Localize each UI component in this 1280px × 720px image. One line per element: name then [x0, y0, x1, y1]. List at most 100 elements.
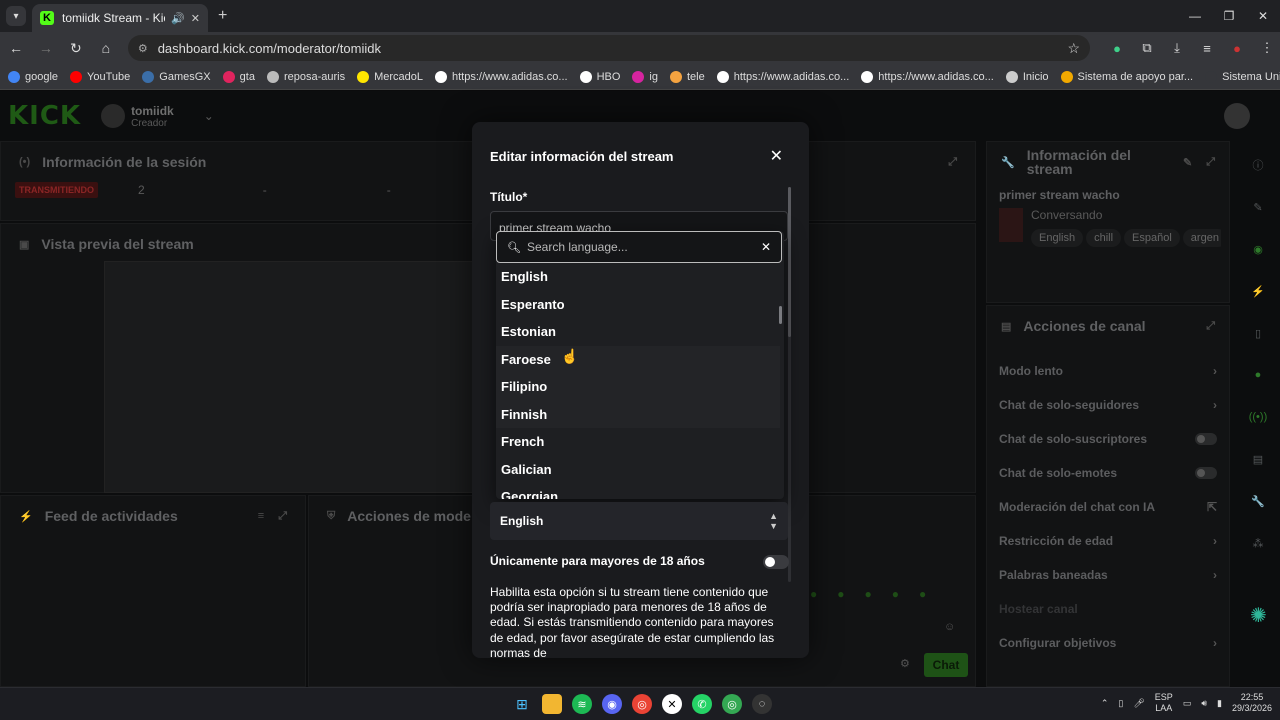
chat-bubble-icon[interactable]: ●	[1244, 361, 1272, 389]
tag-chip[interactable]: argen	[1182, 229, 1221, 247]
bookmark-item[interactable]: MercadoL	[357, 70, 423, 83]
layout-icon[interactable]: ▤	[1244, 445, 1272, 473]
expand-icon[interactable]: ⤢	[948, 156, 957, 169]
channel-action-row[interactable]: Chat de solo-emotes	[987, 456, 1229, 490]
emote-icon[interactable]: ●	[865, 587, 872, 601]
bookmark-item[interactable]: Sistema de apoyo par...	[1060, 70, 1193, 83]
bookmark-item[interactable]: https://www.adidas.co...	[716, 70, 849, 83]
bookmark-item[interactable]: google	[8, 70, 58, 83]
language-option[interactable]: Finnish	[496, 400, 780, 428]
browser-menu-icon[interactable]: ⋮	[1254, 35, 1280, 61]
bookmark-item[interactable]: https://www.adidas.co...	[861, 70, 994, 83]
extension-green-icon[interactable]: ●	[1104, 35, 1130, 61]
browser-tab-active[interactable]: K tomiidk Stream - Kick Dashbo 🔊 ✕	[32, 4, 208, 32]
adult-toggle[interactable]	[763, 555, 789, 569]
spotify-icon[interactable]: ≋	[572, 694, 592, 714]
language-search-input[interactable]	[526, 240, 761, 254]
clear-icon[interactable]: ✕	[761, 240, 771, 254]
bookmark-item[interactable]: GamesGX	[142, 70, 211, 83]
expand-icon[interactable]: ⤢	[278, 510, 287, 523]
language-option[interactable]: Filipino	[496, 373, 780, 401]
bookmark-item[interactable]: Inicio	[1005, 70, 1049, 83]
site-info-icon[interactable]: ⚙	[138, 42, 148, 55]
chevron-down-icon[interactable]: ⌄	[204, 109, 214, 123]
url-bar[interactable]: ⚙ dashboard.kick.com/moderator/tomiidk ☆	[127, 35, 1091, 61]
emote-icon[interactable]: ●	[919, 587, 926, 601]
profile-avatar-icon[interactable]: ●	[1224, 35, 1250, 61]
bookmark-item[interactable]: HBO	[579, 70, 620, 83]
windows-start-icon[interactable]: ⊞	[512, 694, 532, 714]
clock[interactable]: 22:55 29/3/2026	[1232, 692, 1272, 714]
mic-icon[interactable]: 🎤︎	[1133, 698, 1144, 709]
file-explorer-icon[interactable]	[542, 694, 562, 714]
bookmark-item[interactable]: ig	[632, 70, 658, 83]
download-icon[interactable]: ⤓	[1164, 35, 1190, 61]
stream-preview-video[interactable]	[104, 261, 474, 493]
bookmark-item[interactable]: Sistema Unificado de...	[1205, 70, 1280, 83]
tray-overflow-icon[interactable]: ⌃	[1101, 698, 1109, 709]
minimize-icon[interactable]: —	[1178, 0, 1212, 32]
forward-icon[interactable]: →	[32, 34, 60, 62]
bookmark-item[interactable]: https://www.adidas.co...	[435, 70, 568, 83]
document-icon[interactable]: ▯	[1244, 319, 1272, 347]
nodes-icon[interactable]: ⁂	[1244, 529, 1272, 557]
modal-scrollbar[interactable]	[788, 187, 791, 582]
media-icon[interactable]: ≡	[1194, 35, 1220, 61]
close-icon[interactable]: ✕	[770, 146, 783, 166]
bookmark-item[interactable]: YouTube	[70, 70, 130, 83]
emote-icon[interactable]: ●	[837, 587, 844, 601]
chrome-active-icon[interactable]: ◎	[722, 694, 742, 714]
language-option[interactable]: French	[496, 428, 780, 456]
user-block[interactable]: tomiidk Creador	[131, 104, 174, 129]
xbox-icon[interactable]: ✕	[662, 694, 682, 714]
chevron-right-icon[interactable]: ›	[1213, 636, 1217, 650]
tag-chip[interactable]: Español	[1124, 229, 1180, 247]
bookmark-item[interactable]: reposa-auris	[266, 70, 345, 83]
chevron-right-icon[interactable]: ›	[1213, 534, 1217, 548]
discord-icon[interactable]: ◉	[602, 694, 622, 714]
assistant-openai-icon[interactable]: ✺	[1250, 603, 1267, 628]
emoji-picker-icon[interactable]: ☺	[944, 621, 955, 633]
language-option[interactable]: Faroese	[496, 345, 780, 373]
volume-icon[interactable]: 🔊︎	[1201, 698, 1207, 709]
emote-icon[interactable]: ●	[810, 587, 817, 601]
obs-icon[interactable]: ◌	[752, 694, 772, 714]
reload-icon[interactable]: ↻	[62, 34, 90, 62]
language-select[interactable]: English ▲ ▼	[490, 502, 788, 540]
language-option[interactable]: Galician	[496, 456, 780, 484]
extensions-puzzle-icon[interactable]: ⧉	[1134, 35, 1160, 61]
network-icon[interactable]: ▭	[1183, 698, 1192, 709]
chevron-right-icon[interactable]: ›	[1213, 398, 1217, 412]
wrench-icon[interactable]: 🔧	[1244, 487, 1272, 515]
language-list-scrollbar[interactable]	[779, 306, 782, 324]
language-option[interactable]: Esperanto	[496, 291, 780, 319]
bookmark-star-icon[interactable]: ☆	[1067, 40, 1080, 57]
toggle-switch[interactable]	[1195, 433, 1217, 445]
channel-action-row[interactable]: Restricción de edad ›	[987, 524, 1229, 558]
emote-icon[interactable]: ●	[892, 587, 899, 601]
usb-icon[interactable]: ▯	[1118, 698, 1123, 709]
language-option[interactable]: Estonian	[496, 318, 780, 346]
channel-action-row[interactable]: Moderación del chat con IA ⇱	[987, 490, 1229, 524]
whatsapp-icon[interactable]: ✆	[692, 694, 712, 714]
chevron-right-icon[interactable]: ›	[1213, 568, 1217, 582]
tag-chip[interactable]: chill	[1086, 229, 1122, 247]
top-avatar[interactable]	[1224, 103, 1250, 129]
window-close-icon[interactable]: ✕	[1246, 0, 1280, 32]
expand-icon[interactable]: ⤢	[1206, 156, 1215, 169]
maximize-icon[interactable]: ❐	[1212, 0, 1246, 32]
input-language[interactable]: ESP LAA	[1155, 692, 1173, 714]
edit-pencil-icon[interactable]: ✎	[1183, 156, 1192, 169]
filter-icon[interactable]: ≡	[258, 510, 264, 522]
language-option[interactable]: Georgian	[496, 483, 780, 499]
tag-chip[interactable]: English	[1031, 229, 1084, 247]
chevron-right-icon[interactable]: ›	[1213, 364, 1217, 378]
settings-gear-icon[interactable]: ⚙	[900, 657, 910, 670]
channel-action-row[interactable]: Chat de solo-suscriptores	[987, 422, 1229, 456]
external-link-icon[interactable]: ⇱	[1207, 500, 1217, 514]
home-icon[interactable]: ⌂	[92, 34, 120, 62]
camera-icon[interactable]: ◉	[1244, 235, 1272, 263]
language-option[interactable]: English	[496, 263, 780, 291]
back-icon[interactable]: ←	[2, 34, 30, 62]
expand-icon[interactable]: ⤢	[1206, 320, 1215, 333]
